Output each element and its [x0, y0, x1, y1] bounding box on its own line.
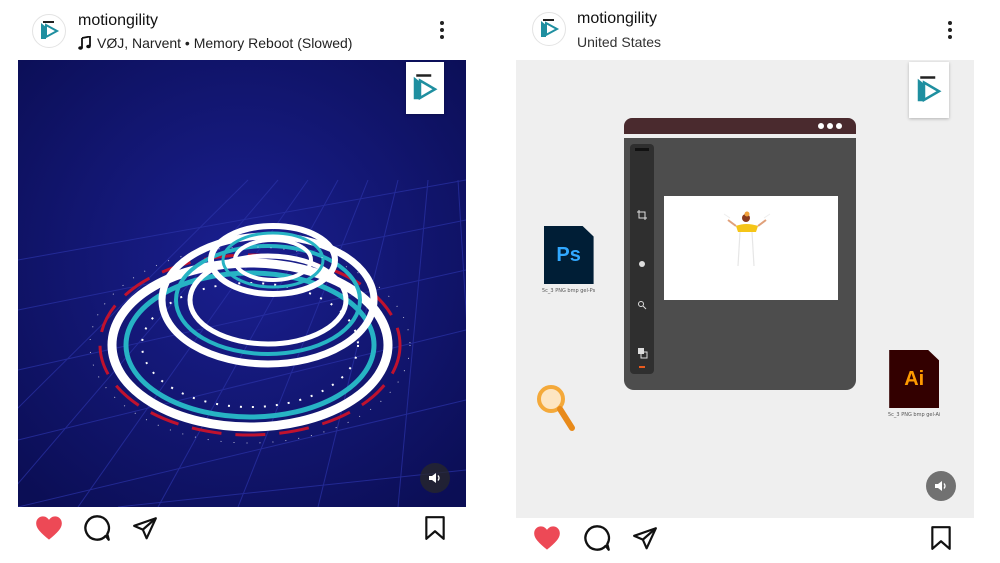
more-options-icon[interactable] [430, 18, 454, 42]
tool-panel [630, 144, 654, 374]
share-icon[interactable] [630, 523, 660, 553]
location[interactable]: United States [577, 34, 661, 50]
post-header: motiongility VØJ, Narvent • Memory Reboo… [18, 0, 466, 60]
username[interactable]: motiongility [78, 12, 158, 30]
illustrator-caption: 5c_3 PNG bmp gel-Ai [888, 412, 941, 418]
username[interactable]: motiongility [577, 10, 657, 28]
bookmark-icon[interactable] [420, 513, 450, 543]
character-illustration [723, 211, 771, 267]
speaker-icon[interactable] [926, 471, 956, 501]
speaker-icon[interactable] [420, 463, 450, 493]
post-actions [516, 523, 974, 563]
heart-icon[interactable] [34, 513, 64, 543]
audio-track[interactable]: VØJ, Narvent • Memory Reboot (Slowed) [78, 35, 352, 51]
post-media-video[interactable] [18, 60, 466, 507]
photoshop-file-icon: Ps 5c_3 PNG bmp gel-Ps [542, 226, 595, 294]
canvas-artboard [664, 196, 838, 300]
brand-logo-icon [541, 19, 560, 37]
audio-track-label: VØJ, Narvent • Memory Reboot (Slowed) [97, 35, 353, 51]
profile-avatar[interactable] [32, 14, 66, 48]
illustrator-file-icon: Ai 5c_3 PNG bmp gel-Ai [888, 350, 940, 418]
brand-logo-icon [41, 21, 60, 39]
post-media-video[interactable]: Ps 5c_3 PNG bmp gel-Ps Ai 5c_3 PNG bmp g… [516, 60, 974, 518]
post-actions [18, 513, 466, 553]
photoshop-label: Ps [556, 243, 581, 266]
window-titlebar [624, 118, 856, 134]
comment-icon[interactable] [82, 513, 112, 543]
hud-rings-graphic [18, 60, 466, 507]
share-icon[interactable] [130, 513, 160, 543]
window-body [624, 138, 856, 390]
more-options-icon[interactable] [938, 18, 962, 42]
post-header: motiongility United States [516, 0, 974, 60]
magnifier-icon [537, 385, 575, 431]
bookmark-icon[interactable] [926, 523, 956, 553]
brand-logo-icon [413, 74, 438, 101]
photoshop-caption: 5c_3 PNG bmp gel-Ps [542, 288, 596, 294]
location-label: United States [577, 34, 662, 50]
music-note-icon [78, 36, 91, 50]
comment-icon[interactable] [582, 523, 612, 553]
brand-watermark [909, 62, 949, 118]
illustrator-label: Ai [904, 367, 925, 390]
post-1: motiongility VØJ, Narvent • Memory Reboo… [18, 0, 466, 541]
post-2: motiongility United States Ps 5c_3 PNG b… [516, 0, 974, 551]
app-window-mockup [624, 118, 856, 390]
brand-watermark [406, 62, 444, 114]
profile-avatar[interactable] [532, 12, 566, 46]
heart-icon[interactable] [532, 523, 562, 553]
brand-logo-icon [917, 76, 942, 103]
